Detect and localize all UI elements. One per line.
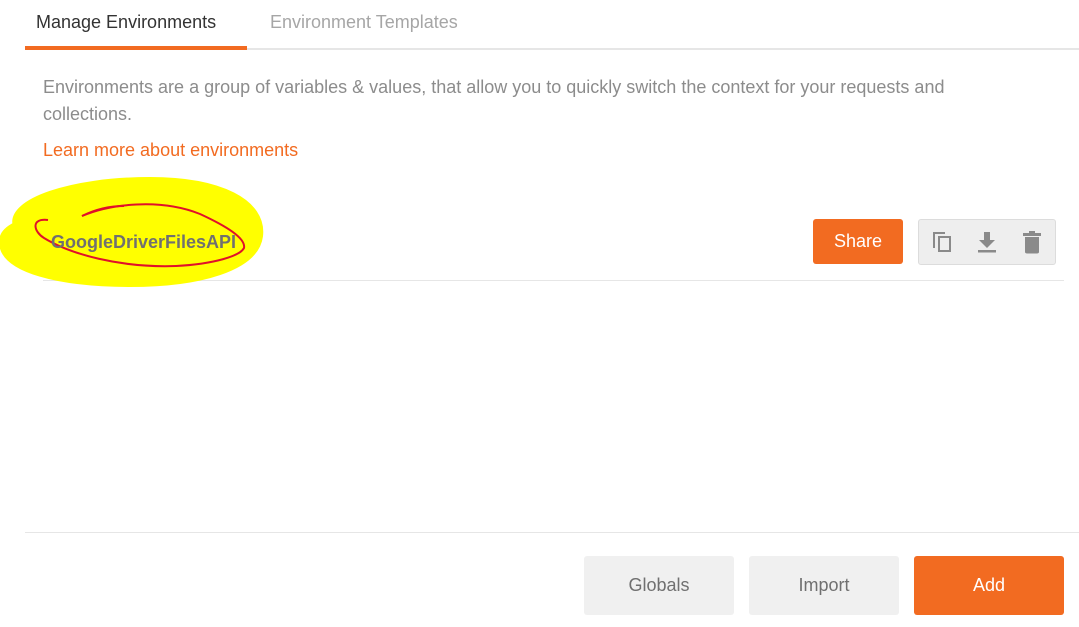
- add-button[interactable]: Add: [914, 556, 1064, 615]
- import-button[interactable]: Import: [749, 556, 899, 615]
- environment-name[interactable]: GoogleDriverFilesAPI: [51, 229, 236, 255]
- tab-manage-environments[interactable]: Manage Environments: [25, 0, 247, 50]
- environments-description: Environments are a group of variables & …: [43, 77, 945, 124]
- trash-icon[interactable]: [1009, 220, 1054, 264]
- footer-divider: [25, 532, 1079, 533]
- manage-environments-page: Manage Environments Environment Template…: [0, 0, 1079, 627]
- globals-button[interactable]: Globals: [584, 556, 734, 615]
- learn-more-link[interactable]: Learn more about environments: [43, 137, 298, 164]
- duplicate-icon[interactable]: [919, 220, 964, 264]
- share-button[interactable]: Share: [813, 219, 903, 264]
- environment-actions: [918, 219, 1056, 265]
- tab-environment-templates[interactable]: Environment Templates: [270, 0, 458, 50]
- tab-bar: Manage Environments Environment Template…: [25, 0, 1079, 50]
- download-icon[interactable]: [964, 220, 1009, 264]
- environment-row: GoogleDriverFilesAPI Share: [0, 176, 1064, 288]
